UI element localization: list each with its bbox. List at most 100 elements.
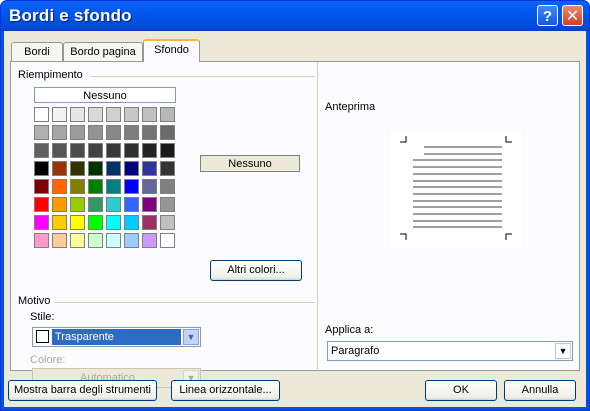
color-swatch[interactable] xyxy=(142,125,157,140)
tab-bordi[interactable]: Bordi xyxy=(11,42,63,61)
show-toolbar-label: Mostra barra degli strumenti xyxy=(14,384,151,396)
selected-color-label: Nessuno xyxy=(200,155,300,172)
help-button[interactable]: ? xyxy=(537,5,558,26)
apply-to-value: Paragrafo xyxy=(331,345,380,357)
color-swatch[interactable] xyxy=(106,143,121,158)
window-title: Bordi e sfondo xyxy=(9,6,132,25)
color-swatch[interactable] xyxy=(52,125,67,140)
style-dropdown[interactable]: Trasparente ▼ xyxy=(32,327,201,347)
fill-group-divider xyxy=(91,76,315,77)
color-swatch[interactable] xyxy=(106,197,121,212)
show-toolbar-button[interactable]: Mostra barra degli strumenti xyxy=(8,380,157,401)
color-swatch[interactable] xyxy=(106,215,121,230)
more-colors-button[interactable]: Altri colori... xyxy=(210,260,302,281)
color-swatch[interactable] xyxy=(70,161,85,176)
ok-button[interactable]: OK xyxy=(425,380,497,401)
color-swatch[interactable] xyxy=(88,143,103,158)
color-swatch[interactable] xyxy=(124,233,139,248)
color-swatch[interactable] xyxy=(124,107,139,122)
color-swatch[interactable] xyxy=(124,125,139,140)
color-swatch[interactable] xyxy=(88,233,103,248)
color-swatch[interactable] xyxy=(34,179,49,194)
title-bar[interactable]: Bordi e sfondo ? ✕ xyxy=(1,1,589,31)
color-swatch[interactable] xyxy=(142,215,157,230)
color-swatch[interactable] xyxy=(160,179,175,194)
color-swatch[interactable] xyxy=(106,161,121,176)
color-swatch[interactable] xyxy=(142,179,157,194)
color-swatch[interactable] xyxy=(52,215,67,230)
color-swatch[interactable] xyxy=(160,215,175,230)
color-swatch[interactable] xyxy=(34,125,49,140)
style-label: Stile: xyxy=(30,311,55,323)
close-button[interactable]: ✕ xyxy=(562,5,583,26)
preview-line xyxy=(413,179,502,182)
color-swatch[interactable] xyxy=(70,215,85,230)
color-swatch[interactable] xyxy=(34,161,49,176)
color-swatch[interactable] xyxy=(34,107,49,122)
color-swatch[interactable] xyxy=(88,125,103,140)
color-swatch[interactable] xyxy=(160,233,175,248)
color-swatch[interactable] xyxy=(70,197,85,212)
color-swatch[interactable] xyxy=(34,215,49,230)
color-swatch[interactable] xyxy=(88,107,103,122)
color-swatch[interactable] xyxy=(142,161,157,176)
color-swatch[interactable] xyxy=(88,179,103,194)
color-swatch[interactable] xyxy=(124,143,139,158)
horizontal-line-label: Linea orizzontale... xyxy=(179,384,272,396)
style-value: Trasparente xyxy=(52,329,181,345)
color-swatch[interactable] xyxy=(142,233,157,248)
color-swatch[interactable] xyxy=(52,161,67,176)
color-swatch[interactable] xyxy=(124,161,139,176)
color-swatch[interactable] xyxy=(142,143,157,158)
color-swatch[interactable] xyxy=(88,197,103,212)
color-swatch[interactable] xyxy=(106,179,121,194)
color-swatch[interactable] xyxy=(34,143,49,158)
color-swatch[interactable] xyxy=(52,107,67,122)
color-swatch[interactable] xyxy=(70,107,85,122)
color-swatch[interactable] xyxy=(52,143,67,158)
ok-label: OK xyxy=(453,384,469,396)
color-swatch[interactable] xyxy=(52,179,67,194)
tab-bordo-pagina[interactable]: Bordo pagina xyxy=(63,42,143,61)
color-swatch[interactable] xyxy=(70,143,85,158)
preview-line xyxy=(413,199,502,202)
preview-line xyxy=(413,159,502,162)
color-swatch[interactable] xyxy=(34,233,49,248)
color-swatch[interactable] xyxy=(160,107,175,122)
color-swatch[interactable] xyxy=(160,161,175,176)
tab-sfondo[interactable]: Sfondo xyxy=(143,39,200,62)
color-swatch[interactable] xyxy=(34,197,49,212)
fill-group-label: Riempimento xyxy=(18,69,83,81)
color-swatch[interactable] xyxy=(160,125,175,140)
tab-label: Sfondo xyxy=(154,44,189,56)
horizontal-line-button[interactable]: Linea orizzontale... xyxy=(171,380,280,401)
color-swatch[interactable] xyxy=(106,125,121,140)
color-swatch[interactable] xyxy=(160,197,175,212)
color-swatch[interactable] xyxy=(70,125,85,140)
chevron-down-icon[interactable]: ▼ xyxy=(555,343,571,359)
color-swatch[interactable] xyxy=(124,197,139,212)
color-swatch[interactable] xyxy=(70,179,85,194)
more-colors-label: Altri colori... xyxy=(227,264,285,276)
color-swatch[interactable] xyxy=(70,233,85,248)
color-swatch[interactable] xyxy=(52,233,67,248)
color-swatch[interactable] xyxy=(160,143,175,158)
color-swatch[interactable] xyxy=(142,197,157,212)
preview-line xyxy=(424,152,502,155)
color-swatch[interactable] xyxy=(52,197,67,212)
color-swatch[interactable] xyxy=(88,161,103,176)
color-palette xyxy=(34,107,179,252)
color-swatch[interactable] xyxy=(106,107,121,122)
color-swatch[interactable] xyxy=(124,179,139,194)
color-swatch[interactable] xyxy=(106,233,121,248)
color-swatch[interactable] xyxy=(124,215,139,230)
pattern-group-divider xyxy=(55,302,315,303)
color-swatch[interactable] xyxy=(88,215,103,230)
chevron-down-icon[interactable]: ▼ xyxy=(183,329,199,345)
cancel-button[interactable]: Annulla xyxy=(504,380,576,401)
preview-line xyxy=(413,166,502,169)
close-icon: ✕ xyxy=(565,8,580,25)
color-swatch[interactable] xyxy=(142,107,157,122)
no-fill-option[interactable]: Nessuno xyxy=(34,87,176,103)
apply-to-dropdown[interactable]: Paragrafo ▼ xyxy=(327,341,573,361)
